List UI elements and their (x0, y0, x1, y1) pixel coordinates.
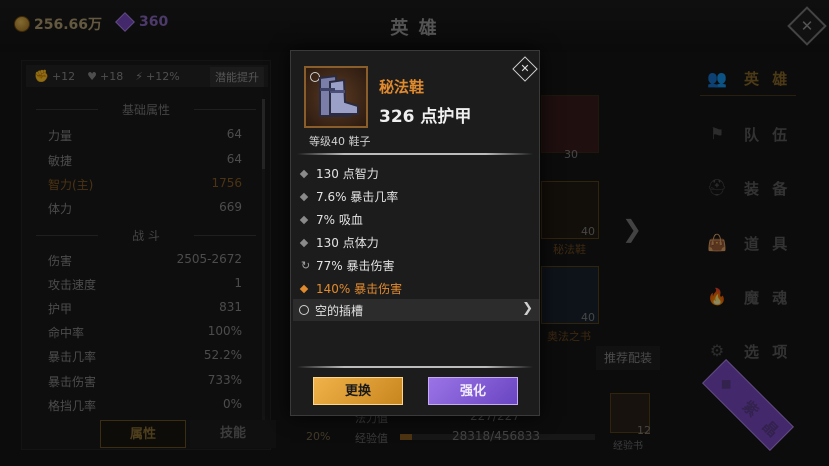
item-stat-text: 130 点智力 (316, 167, 379, 181)
diamond-bullet-icon (299, 284, 309, 293)
item-armor: 326 点护甲 (379, 107, 472, 127)
empty-socket-row[interactable]: 空的插槽 ❯ (293, 299, 539, 321)
item-stat-text: 130 点体力 (316, 236, 379, 250)
socket-ring-icon (299, 305, 309, 315)
reroll-icon: ↻ (301, 259, 311, 272)
socket-label: 空的插槽 (315, 303, 364, 318)
item-icon (304, 66, 368, 128)
game-screen: 256.66万 360 英 雄 ✕ ✊ +12 ♥ +18 ⚡ +12% 潜能提… (0, 0, 829, 466)
diamond-bullet-icon (299, 215, 309, 224)
item-stat: 7.6% 暴击几率 (299, 188, 399, 205)
item-stat-text: 140% 暴击伤害 (316, 282, 403, 296)
popup-close-button[interactable]: ✕ (512, 56, 538, 82)
item-stat: 130 点智力 (299, 165, 379, 182)
item-level: 等级40 鞋子 (309, 135, 371, 148)
divider (297, 153, 533, 155)
item-stat-text: 7.6% 暴击几率 (316, 190, 399, 204)
item-detail-popup: ✕ 秘法鞋 326 点护甲 等级40 鞋子 130 点智力 7.6% 暴击几率 … (290, 50, 540, 416)
item-stat-legendary: 140% 暴击伤害 (299, 280, 403, 297)
upgrade-button[interactable]: 强化 (428, 377, 518, 405)
replace-button[interactable]: 更换 (313, 377, 403, 405)
diamond-bullet-icon (299, 192, 309, 201)
item-stat-text: 7% 吸血 (316, 213, 363, 227)
divider (297, 366, 533, 368)
chevron-right-icon: ❯ (522, 301, 533, 316)
boots-icon (319, 74, 359, 117)
item-stat-text: 77% 暴击伤害 (316, 259, 395, 273)
diamond-bullet-icon (299, 238, 309, 247)
close-icon: ✕ (520, 61, 530, 75)
item-stat: 7% 吸血 (299, 211, 363, 228)
item-stat-reroll: ↻ 77% 暴击伤害 (301, 257, 395, 274)
item-stat: 130 点体力 (299, 234, 379, 251)
item-name: 秘法鞋 (379, 78, 425, 96)
diamond-bullet-icon (299, 169, 309, 178)
